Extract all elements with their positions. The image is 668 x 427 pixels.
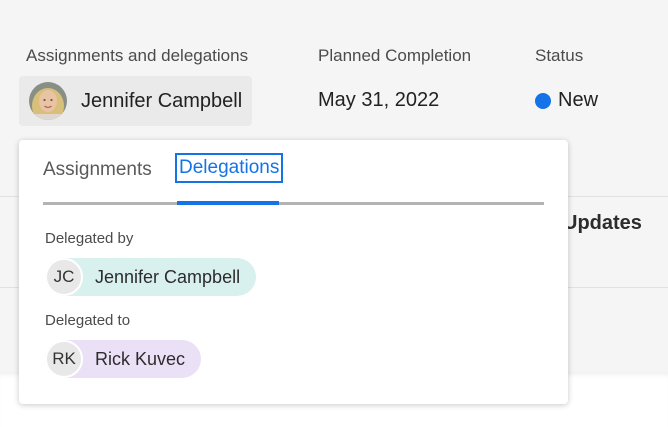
delegation-popover: Assignments Delegations Delegated by JC … (19, 140, 568, 404)
avatar-initials: RK (45, 340, 83, 378)
column-header-planned-completion: Planned Completion (318, 46, 472, 65)
delegated-to-person[interactable]: RK Rick Kuvec (45, 340, 202, 378)
delegated-to-label: Delegated to (45, 312, 131, 329)
planned-completion-date: May 31, 2022 (318, 89, 440, 111)
tab-delegations[interactable]: Delegations (175, 153, 284, 183)
assignee-chip[interactable]: Jennifer Campbell (19, 76, 252, 126)
status-label: New (558, 89, 599, 111)
column-header-assignments: Assignments and delegations (26, 46, 249, 65)
avatar-initials: JC (45, 258, 83, 296)
tab-active-indicator (177, 201, 279, 205)
person-name: Jennifer Campbell (95, 266, 241, 287)
status-badge: New (535, 89, 598, 112)
person-name: Rick Kuvec (95, 348, 186, 369)
delegated-by-person[interactable]: JC Jennifer Campbell (45, 258, 257, 296)
column-header-status: Status (535, 46, 584, 65)
updates-column-header: Updates (563, 212, 642, 234)
avatar (29, 82, 67, 120)
tab-track (43, 202, 544, 205)
assignee-name: Jennifer Campbell (81, 89, 243, 112)
tab-assignments[interactable]: Assignments (43, 157, 152, 183)
delegated-by-label: Delegated by (45, 230, 134, 247)
status-dot-icon (535, 92, 551, 109)
